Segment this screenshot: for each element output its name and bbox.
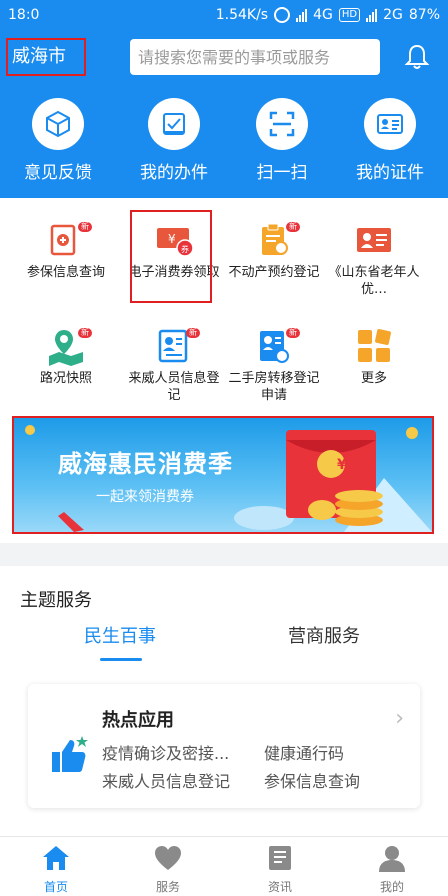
service-label: 不动产预约登记 [228,265,320,280]
battery-level: 87% [408,7,440,23]
quick-action-label: 我的办件 [140,163,208,183]
banner-subtitle: 一起来领消费券 [96,489,194,505]
service-label: 《山东省老年人优… [328,265,420,297]
thumbs-up-icon [52,736,88,772]
banner-coin-symbol: ¥ [337,457,347,473]
tab-label: 资讯 [267,880,292,894]
chevron-right-icon[interactable]: › [395,706,404,731]
service-more[interactable]: 更多 [328,326,420,387]
hot-link-health-code[interactable]: 健康通行码 [264,740,344,764]
quick-action-feedback[interactable]: 意见反馈 [2,98,114,183]
tab-underline [100,658,142,661]
hot-apps-card: 热点应用 › 疫情确诊及密接... 健康通行码 来威人员信息登记 参保信息查询 [28,684,420,808]
service-label: 更多 [360,371,387,386]
service-label: 路况快照 [39,371,92,386]
signal-icon [296,8,308,22]
id-card-icon [364,98,416,150]
tab-label: 服务 [155,880,180,894]
header: 18:0 1.54K/s 4G HD 2G 87% 威海市 意见反馈 我的办件 [0,0,448,198]
service-label: 二手房转移登记申请 [228,371,320,403]
tab-home[interactable]: 首页 [24,843,88,895]
grid-more-icon [354,326,394,366]
hd-badge: HD [338,8,361,22]
tab-label: 我的 [379,880,404,894]
service-visitor-registration[interactable]: 新 来威人员信息登记 [128,326,220,404]
house-transfer-icon: 新 [254,326,300,366]
section-title: 主题服务 [20,590,92,611]
insurance-doc-icon: 新 [46,220,92,260]
person-form-icon: 新 [154,326,200,366]
network-type-2: 2G [383,7,403,23]
alarm-icon [274,7,291,23]
quick-action-label: 我的证件 [356,163,424,183]
service-insurance-query[interactable]: 新 参保信息查询 [20,220,112,281]
quick-action-my-cases[interactable]: 我的办件 [118,98,230,183]
elder-card-icon [354,220,394,260]
service-road-snapshot[interactable]: 新 路况快照 [20,326,112,387]
tab-label: 首页 [43,880,68,894]
service-label: 来威人员信息登记 [128,371,220,403]
new-badge: 新 [78,222,92,232]
banner-title: 威海惠民消费季 [58,450,233,478]
search-input[interactable] [130,39,380,75]
service-elderly-card[interactable]: 《山东省老年人优… [328,220,420,298]
checkbox-icon [148,98,200,150]
quick-action-label: 扫一扫 [256,163,308,183]
quick-action-my-certificates[interactable]: 我的证件 [334,98,446,183]
status-bar: 18:0 1.54K/s 4G HD 2G 87% [0,0,448,32]
promo-banner[interactable]: 威海惠民消费季 一起来领消费券 ¥ [12,416,434,534]
new-badge: 新 [78,328,92,338]
tab-livelihood[interactable]: 民生百事 [84,622,156,648]
hot-link-visitor-registration[interactable]: 来威人员信息登记 [102,768,230,792]
hot-link-insurance-query[interactable]: 参保信息查询 [264,768,360,792]
network-type: 4G [313,7,333,23]
news-icon [269,846,291,870]
bell-icon[interactable] [402,42,432,72]
highlight-box-coupon [130,210,212,303]
service-house-transfer[interactable]: 新 二手房转移登记申请 [228,326,320,404]
clipboard-icon: 新 [254,220,300,260]
tab-services[interactable]: 服务 [136,843,200,895]
new-badge: 新 [286,328,300,338]
service-real-estate[interactable]: 新 不动产预约登记 [228,220,320,281]
hot-apps-title: 热点应用 [102,710,174,731]
search-box[interactable] [130,39,380,75]
bottom-tab-bar: 首页 服务 资讯 我的 [0,836,448,896]
tab-business[interactable]: 营商服务 [288,622,360,648]
home-icon [43,846,69,870]
status-indicators: 1.54K/s 4G HD 2G 87% [216,7,440,23]
service-label: 参保信息查询 [26,265,105,280]
hot-link-epidemic[interactable]: 疫情确诊及密接... [102,740,229,764]
scan-icon [256,98,308,150]
theme-services: 主题服务 民生百事 营商服务 热点应用 › 疫情确诊及密接... 健康通行码 来… [0,566,448,836]
heart-icon [155,846,181,870]
map-pin-icon: 新 [46,326,92,366]
city-selector[interactable]: 威海市 [6,38,86,76]
status-time: 18:0 [8,7,40,23]
tab-news[interactable]: 资讯 [248,843,312,895]
user-icon [379,846,405,872]
quick-action-scan[interactable]: 扫一扫 [226,98,338,183]
new-badge: 新 [186,328,200,338]
network-speed: 1.54K/s [215,7,269,23]
tab-mine[interactable]: 我的 [360,843,424,895]
cube-icon [32,98,84,150]
new-badge: 新 [286,222,300,232]
quick-action-label: 意见反馈 [24,163,92,183]
signal-icon-2 [366,8,378,22]
